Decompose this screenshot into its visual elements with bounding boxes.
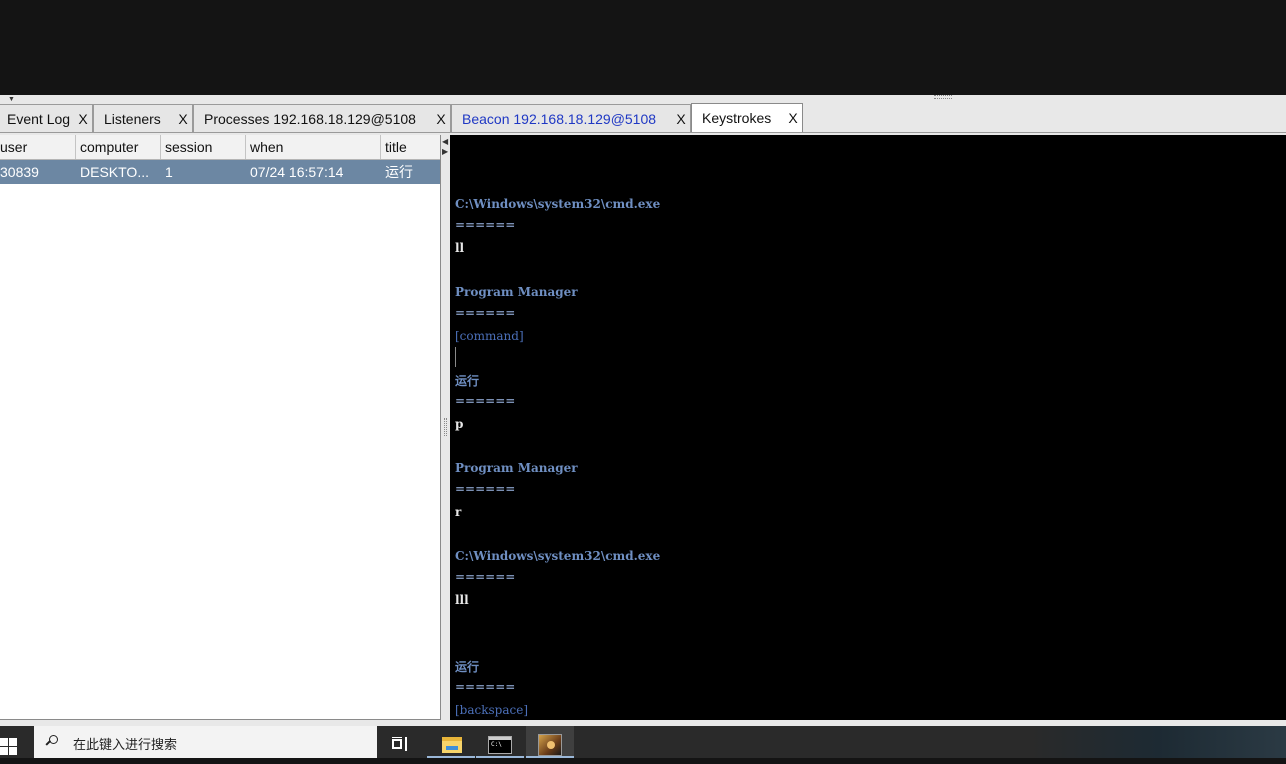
keystrokes-console[interactable]: C:\Windows\system32\cmd.exe ====== ll Pr… — [450, 135, 1286, 720]
split-pane-divider[interactable]: ◀ ▶ — [441, 135, 450, 720]
desktop-top-area — [0, 0, 1286, 95]
separator-line: ====== — [455, 570, 516, 584]
tab-label: Beacon 192.168.18.129@5108 — [462, 110, 657, 127]
cell-computer: DESKTO... — [80, 164, 149, 180]
search-icon — [45, 735, 60, 749]
close-icon[interactable]: X — [784, 110, 802, 126]
search-placeholder: 在此键入进行搜索 — [73, 737, 178, 752]
window-title-line: C:\Windows\system32\cmd.exe — [455, 549, 661, 563]
cobalt-strike-icon — [538, 734, 562, 756]
column-header-title[interactable]: title — [381, 135, 440, 159]
column-header-user[interactable]: user — [0, 135, 76, 159]
close-icon[interactable]: X — [672, 111, 690, 127]
close-icon[interactable]: X — [432, 111, 450, 127]
window-title-line: 运行 — [455, 660, 480, 674]
window-title-line: Program Manager — [455, 461, 578, 475]
cell-user: 30839 — [0, 164, 39, 180]
divider-grip[interactable] — [444, 418, 447, 436]
split-grip-horizontal[interactable] — [934, 95, 952, 99]
cobalt-strike-button[interactable] — [526, 726, 574, 758]
column-header-session[interactable]: session — [161, 135, 246, 159]
tab-label: Keystrokes — [702, 110, 772, 126]
windows-logo-icon — [0, 738, 18, 756]
close-icon[interactable]: X — [74, 111, 92, 127]
file-explorer-icon — [442, 737, 462, 753]
expand-right-arrow-icon[interactable]: ▶ — [442, 147, 448, 156]
task-view-button[interactable] — [377, 726, 425, 758]
separator-line: ====== — [455, 394, 516, 408]
cell-title: 运行 — [385, 164, 413, 180]
tab-baseline — [0, 132, 1286, 133]
tab-label: Processes 192.168.18.129@5108 — [204, 110, 416, 127]
column-header-computer[interactable]: computer — [76, 135, 161, 159]
keystrokes-table: user computer session when title 30839 D… — [0, 135, 441, 720]
special-key-line: [command] — [455, 329, 524, 343]
keystroke-line: lll — [455, 593, 469, 607]
separator-line: ====== — [455, 482, 516, 496]
tab-listeners[interactable]: Listeners X — [93, 104, 193, 132]
table-row[interactable]: 30839 DESKTO... 1 07/24 16:57:14 运行 — [0, 160, 440, 184]
collapse-left-arrow-icon[interactable]: ◀ — [442, 137, 448, 146]
column-header-when[interactable]: when — [246, 135, 381, 159]
task-view-icon — [392, 737, 410, 751]
keystroke-line: r — [455, 505, 462, 519]
tab-processes[interactable]: Processes 192.168.18.129@5108 X — [193, 104, 451, 132]
windows-taskbar: 在此键入进行搜索 C:\ — [0, 726, 1286, 758]
tab-bar: Event Log X Listeners X Processes 192.16… — [0, 103, 1286, 133]
window-title-line: Program Manager — [455, 285, 578, 299]
close-icon[interactable]: X — [174, 111, 192, 127]
special-key-line: [backspace] — [455, 703, 529, 717]
separator-line: ====== — [455, 306, 516, 320]
tab-beacon[interactable]: Beacon 192.168.18.129@5108 X — [451, 104, 691, 132]
tab-label: Event Log — [7, 110, 71, 127]
file-explorer-button[interactable] — [427, 726, 475, 758]
window-title-line: C:\Windows\system32\cmd.exe — [455, 197, 661, 211]
keystroke-line: ll — [455, 241, 465, 255]
cmd-button[interactable]: C:\ — [476, 726, 524, 758]
keystroke-line: p — [455, 417, 464, 431]
start-button[interactable] — [0, 726, 34, 758]
cmd-icon: C:\ — [488, 736, 512, 754]
taskbar-search-box[interactable]: 在此键入进行搜索 — [34, 726, 377, 758]
cobalt-strike-window: ▼ Event Log X Listeners X Processes 192.… — [0, 95, 1286, 726]
separator-line: ====== — [455, 218, 516, 232]
panel-menu-arrow-icon[interactable]: ▼ — [8, 96, 15, 103]
tab-label: Listeners — [104, 110, 161, 127]
cell-when: 07/24 16:57:14 — [250, 164, 344, 180]
text-caret — [455, 347, 456, 367]
window-title-line: 运行 — [455, 374, 480, 388]
cell-session: 1 — [165, 164, 173, 180]
tab-keystrokes[interactable]: Keystrokes X — [691, 103, 803, 132]
table-header: user computer session when title — [0, 135, 440, 160]
separator-line: ====== — [455, 680, 516, 694]
tab-event-log[interactable]: Event Log X — [0, 104, 93, 132]
